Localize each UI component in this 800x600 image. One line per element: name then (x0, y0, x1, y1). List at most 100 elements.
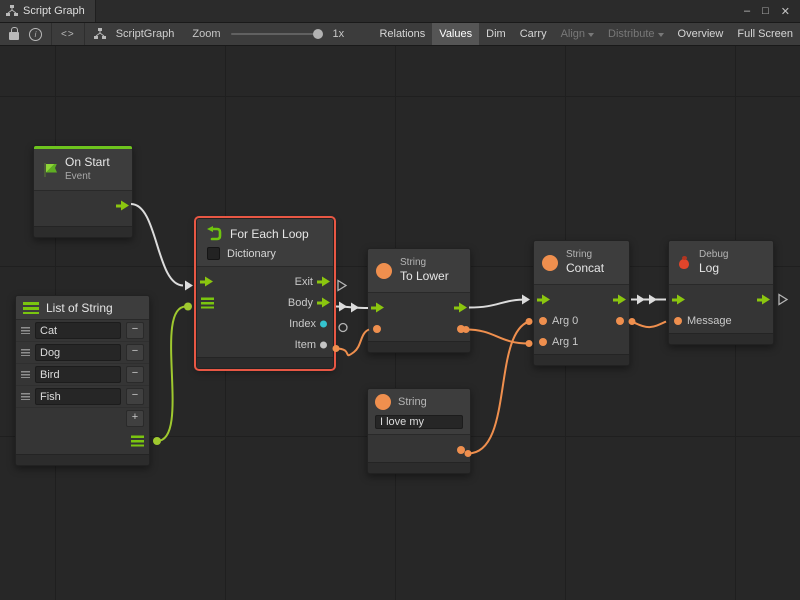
string-input-port[interactable] (373, 325, 381, 333)
tab-title: Script Graph (23, 5, 85, 17)
lock-icon[interactable] (9, 32, 19, 40)
item-output-port[interactable] (320, 341, 327, 348)
flow-input-port[interactable] (371, 302, 384, 313)
port-label-exit: Exit (295, 276, 313, 288)
drag-handle-icon[interactable] (21, 327, 30, 334)
result-output-port[interactable] (457, 325, 465, 333)
flow-output-port[interactable] (613, 294, 626, 305)
list-item-input[interactable] (35, 322, 121, 339)
string-unit-icon (375, 394, 391, 410)
list-icon (23, 302, 39, 314)
toolbar-button-carry[interactable]: Carry (513, 23, 554, 45)
caret-down-icon (588, 33, 594, 37)
flow-input-port[interactable] (537, 294, 550, 305)
node-type-label: Debug (699, 249, 728, 262)
graph-icon (94, 28, 106, 40)
toolbar-button-relations[interactable]: Relations (372, 23, 432, 45)
toolbar-button-overview[interactable]: Overview (671, 23, 731, 45)
flow-input-port[interactable] (672, 294, 685, 305)
toolbar-button-values[interactable]: Values (432, 23, 479, 45)
dictionary-label: Dictionary (227, 248, 276, 260)
node-footer (534, 354, 629, 365)
flow-input-port[interactable] (200, 276, 213, 287)
exit-flow-port[interactable] (317, 276, 330, 287)
zoom-label: Zoom (192, 28, 220, 40)
list-item-input[interactable] (35, 344, 121, 361)
node-title: For Each Loop (230, 227, 309, 241)
button-label: Values (439, 28, 472, 40)
port-label-body: Body (288, 297, 313, 309)
remove-item-button[interactable]: − (126, 388, 144, 405)
node-debug-log[interactable]: Debug Log Message (668, 240, 774, 345)
message-input-port[interactable] (674, 317, 682, 325)
remove-item-button[interactable]: − (126, 322, 144, 339)
maximize-button[interactable]: □ (762, 5, 769, 17)
button-label: Relations (379, 28, 425, 40)
node-title: On Start (65, 155, 110, 170)
drag-handle-icon[interactable] (21, 349, 30, 356)
tab-script-graph[interactable]: Script Graph (0, 0, 96, 22)
flow-output-port[interactable] (454, 302, 467, 313)
node-title: Concat (566, 261, 604, 276)
node-concat[interactable]: String Concat Arg 0 Arg 1 (533, 240, 630, 366)
index-output-port[interactable] (320, 320, 327, 327)
node-on-start[interactable]: On Start Event (33, 145, 133, 238)
node-type-label: String (566, 249, 604, 262)
node-type-label: String (398, 396, 427, 408)
caret-down-icon (658, 33, 664, 37)
remove-item-button[interactable]: − (126, 366, 144, 383)
node-title: Log (699, 261, 728, 276)
flow-output-port[interactable] (757, 294, 770, 305)
string-unit-icon (542, 255, 558, 271)
port-label-message: Message (687, 315, 732, 327)
toolbar-button-align[interactable]: Align (554, 23, 601, 45)
zoom-slider[interactable] (231, 33, 321, 35)
window-tab-bar: Script Graph – □ ✕ (0, 0, 800, 23)
toolbar-button-fullscreen[interactable]: Full Screen (730, 23, 800, 45)
drag-handle-icon[interactable] (21, 371, 30, 378)
node-type-label: String (400, 257, 449, 270)
flow-output-port[interactable] (116, 200, 129, 211)
port-label-arg1: Arg 1 (552, 336, 578, 348)
list-item-row: − (16, 342, 149, 364)
node-string-literal[interactable]: String (367, 388, 471, 474)
code-icon[interactable] (61, 29, 75, 40)
graph-name: ScriptGraph (116, 28, 175, 40)
minimize-button[interactable]: – (744, 5, 750, 17)
toolbar-button-distribute[interactable]: Distribute (601, 23, 670, 45)
arg1-input-port[interactable] (539, 338, 547, 346)
toolbar-button-dim[interactable]: Dim (479, 23, 513, 45)
info-icon[interactable] (29, 28, 42, 41)
node-subtitle: Event (65, 171, 110, 184)
node-footer (16, 454, 149, 465)
list-input-port[interactable] (201, 297, 214, 308)
bug-icon (677, 255, 691, 270)
add-item-button[interactable]: + (126, 410, 144, 427)
node-list-of-string[interactable]: List of String − − − − + (15, 295, 150, 466)
arg0-input-port[interactable] (539, 317, 547, 325)
port-label-item: Item (295, 339, 316, 351)
graph-icon (6, 5, 18, 17)
body-flow-port[interactable] (317, 297, 330, 308)
close-button[interactable]: ✕ (781, 5, 790, 18)
button-label: Dim (486, 28, 506, 40)
result-output-port[interactable] (616, 317, 624, 325)
remove-item-button[interactable]: − (126, 344, 144, 361)
zoom-value: 1x (333, 28, 345, 40)
list-item-input[interactable] (35, 366, 121, 383)
list-item-input[interactable] (35, 388, 121, 405)
node-to-lower[interactable]: String To Lower (367, 248, 471, 353)
button-label: Full Screen (737, 28, 793, 40)
string-unit-icon (376, 263, 392, 279)
node-for-each-loop[interactable]: For Each Loop Dictionary Exit Body Index (196, 218, 334, 369)
port-label-arg0: Arg 0 (552, 315, 578, 327)
drag-handle-icon[interactable] (21, 393, 30, 400)
dictionary-checkbox[interactable] (207, 247, 220, 260)
value-output-port[interactable] (457, 446, 465, 454)
node-title: List of String (46, 301, 113, 315)
window-controls: – □ ✕ (744, 0, 800, 22)
list-output-port[interactable] (131, 436, 144, 447)
zoom-knob[interactable] (313, 29, 323, 39)
button-label: Align (561, 28, 585, 40)
string-value-input[interactable] (375, 415, 463, 429)
